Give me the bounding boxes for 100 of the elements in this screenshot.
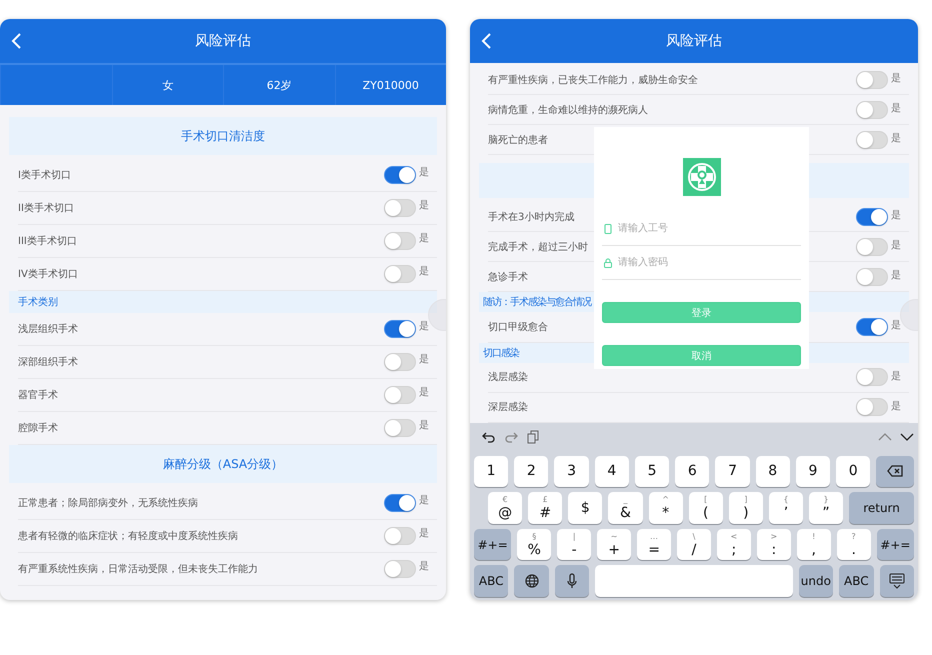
yes-label: 是 (891, 319, 901, 332)
keyboard-key[interactable]: | - (557, 528, 592, 560)
toggle-switch[interactable] (856, 368, 888, 386)
keyboard-key[interactable]: _ & (608, 492, 642, 524)
option-label: II类手术切口 (18, 202, 75, 215)
toggle-switch[interactable] (856, 70, 888, 89)
keyboard-key[interactable]: 2 (514, 456, 548, 488)
toggle-switch[interactable] (384, 494, 416, 512)
keyboard-key[interactable]: ABC (474, 565, 508, 598)
toggle-switch[interactable] (384, 386, 416, 404)
keyboard-key[interactable] (554, 565, 590, 598)
option-label: 病情危重，生命难以维持的濒死病人 (488, 104, 649, 117)
yes-label: 是 (891, 132, 901, 146)
option-label: 有严重系统性疾病，日常活动受限，但未丧失工作能力 (18, 562, 259, 576)
keyboard-key[interactable]: € @ (488, 492, 522, 524)
keyboard-key[interactable]: ^ * (648, 492, 683, 524)
option-label: 患者有轻微的临床症状；有轻度或中度系统性疾病 (18, 530, 239, 543)
keyboard-key[interactable]: 0 (836, 456, 870, 488)
toggle-switch[interactable] (856, 318, 888, 336)
yes-label: 是 (891, 102, 901, 116)
backspace-icon (886, 463, 904, 480)
yes-label: 是 (891, 72, 901, 85)
keyboard-key[interactable]: [ ( (688, 492, 723, 524)
keyboard-key[interactable] (514, 565, 549, 598)
toggle-switch[interactable] (384, 320, 416, 338)
keyboard-key[interactable]: } ” (809, 492, 844, 524)
section-header: 手术切口清洁度 (9, 117, 437, 155)
option-label: 深层感染 (488, 400, 529, 414)
keyboard-key[interactable]: $ (568, 492, 602, 524)
toggle-switch[interactable] (856, 130, 888, 149)
keyboard-key[interactable]: ! , (796, 528, 831, 560)
keyboard-key[interactable]: 8 (756, 456, 790, 488)
option-label: 脑死亡的患者 (488, 134, 549, 147)
keyboard-key[interactable]: … = (637, 528, 672, 560)
keyboard-key[interactable]: { ’ (768, 492, 803, 524)
keyboard-key[interactable]: 1 (474, 456, 508, 488)
toggle-switch[interactable] (384, 527, 416, 545)
keyboard-key[interactable] (876, 456, 914, 488)
yes-label: 是 (891, 239, 901, 252)
patient-info: ZY010000 (362, 78, 419, 92)
yes-label: 是 (419, 265, 429, 278)
yes-label: 是 (891, 400, 901, 413)
option-label: III类手术切口 (18, 234, 78, 248)
yes-label: 是 (419, 232, 429, 245)
toggle-switch[interactable] (384, 232, 416, 250)
keyboard-key[interactable]: 5 (634, 456, 670, 488)
keyboard-key[interactable]: \ / (677, 528, 711, 560)
toggle-switch[interactable] (856, 208, 888, 226)
toggle-switch[interactable] (856, 100, 888, 119)
keyboard-key[interactable]: return (849, 492, 914, 524)
yes-label: 是 (419, 419, 429, 432)
option-label: 器官手术 (18, 388, 59, 402)
toggle-switch[interactable] (384, 560, 416, 578)
toggle-switch[interactable] (384, 265, 416, 283)
toggle-switch[interactable] (384, 353, 416, 371)
keyboard-key[interactable]: 4 (594, 456, 629, 488)
option-label: 急诊手术 (488, 270, 529, 284)
back-icon[interactable] (10, 32, 22, 50)
option-label: 有严重性疾病，已丧失工作能力，威胁生命安全 (488, 74, 699, 87)
keyboard-key[interactable] (880, 565, 914, 598)
paste-icon[interactable] (526, 430, 540, 444)
toggle-switch[interactable] (856, 238, 888, 256)
keyboard-key[interactable]: > : (756, 528, 791, 560)
space-key[interactable] (595, 565, 793, 598)
option-label: 浅层组织手术 (18, 322, 79, 336)
toggle-switch[interactable] (384, 419, 416, 437)
redo-icon[interactable] (504, 430, 518, 444)
keyboard-icon (888, 573, 906, 590)
keyboard-key[interactable]: < ; (716, 528, 751, 560)
toggle-switch[interactable] (384, 199, 416, 217)
option-label: I类手术切口 (18, 168, 72, 182)
keyboard-key[interactable]: #+= (876, 528, 914, 560)
page-title: 风险评估 (666, 32, 722, 50)
keyboard-key[interactable]: undo (798, 565, 834, 598)
yes-label: 是 (419, 386, 429, 399)
undo-icon[interactable] (482, 430, 496, 444)
keyboard-key[interactable]: ] ) (728, 492, 763, 524)
keyboard-key[interactable]: 6 (675, 456, 710, 488)
toggle-switch[interactable] (856, 268, 888, 286)
yes-label: 是 (419, 527, 429, 540)
keyboard-key[interactable]: § % (517, 528, 552, 560)
yes-label: 是 (419, 320, 429, 333)
patient-info: 女 (162, 78, 174, 92)
keyboard-key[interactable]: ~ + (597, 528, 632, 560)
option-label: 正常患者；除局部病变外，无系统性疾病 (18, 496, 199, 510)
keyboard-key[interactable]: #+= (474, 528, 512, 560)
keyboard-key[interactable]: 9 (796, 456, 830, 488)
toggle-switch[interactable] (384, 166, 416, 184)
option-label: 手术在3小时内完成 (488, 210, 576, 224)
keyboard-key[interactable]: 3 (554, 456, 589, 488)
option-label: IV类手术切口 (18, 268, 79, 281)
input-field[interactable]: 请输入工号 (618, 223, 801, 234)
option-label: 切口甲级愈合 (488, 320, 549, 334)
keyboard-key[interactable]: ? . (836, 528, 871, 560)
toggle-switch[interactable] (856, 398, 888, 416)
back-icon[interactable] (480, 32, 492, 50)
option-label: 完成手术，超过三小时 (488, 240, 589, 254)
keyboard-key[interactable]: ABC (839, 565, 874, 598)
keyboard-key[interactable]: £ # (528, 492, 562, 524)
keyboard-key[interactable]: 7 (715, 456, 750, 488)
